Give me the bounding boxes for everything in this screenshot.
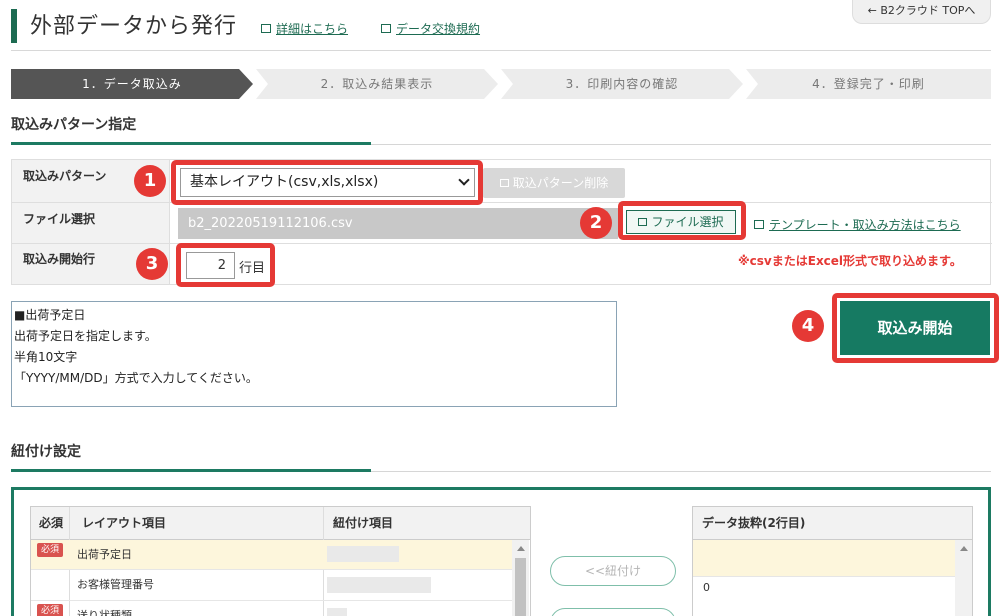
link-button[interactable]: <<紐付け — [550, 556, 676, 586]
scroll-up-icon — [960, 546, 968, 551]
callout-frame-1 — [171, 160, 483, 205]
mapping-table: 必須 レイアウト項目 紐付け項目 必須 出荷予定日 お客様管理番号 必須 送り状… — [30, 506, 531, 616]
required-badge: 必須 — [37, 604, 63, 616]
detail-link[interactable]: 詳細はこちら — [261, 20, 348, 37]
arrow-left-icon: ← — [867, 4, 881, 17]
column-header-layout-item: レイアウト項目 — [82, 507, 167, 540]
mapping-scrollbar[interactable] — [512, 540, 529, 616]
external-link-icon — [261, 24, 271, 33]
mapped-item-value — [327, 608, 347, 616]
terms-link[interactable]: データ交換規約 — [381, 20, 480, 37]
step-3-label: 3．印刷内容の確認 — [565, 77, 679, 91]
layout-item-cell: 送り状種類 — [77, 609, 132, 616]
format-warning: ※csvまたはExcel形式で取り込めます。 — [738, 254, 962, 268]
unlink-button[interactable] — [550, 608, 676, 616]
step-2: 2．取込み結果表示 — [256, 69, 498, 99]
top-page-button[interactable]: ← B2クラウド TOPへ — [852, 0, 991, 24]
layout-item-cell: お客様管理番号 — [77, 578, 154, 591]
extract-row — [693, 540, 955, 577]
description-box: ■出荷予定日 出荷予定日を指定します。 半角10文字 「YYYY/MM/DD」方… — [11, 301, 617, 407]
scrollbar-thumb[interactable] — [515, 558, 526, 616]
page-title: 外部データから発行 — [30, 14, 238, 39]
mapped-item-value — [327, 577, 431, 593]
step-2-label: 2．取込み結果表示 — [320, 77, 434, 91]
file-select-label: ファイル選択 — [651, 215, 724, 229]
top-page-label: B2クラウド TOPへ — [880, 4, 976, 17]
template-link[interactable]: テンプレート・取込み方法はこちら — [754, 216, 961, 233]
step-1: 1．データ取込み — [11, 69, 253, 99]
external-link-icon — [381, 24, 391, 33]
callout-badge-3: 3 — [136, 248, 168, 280]
extract-scrollbar[interactable] — [955, 540, 972, 616]
callout-badge-1: 1 — [134, 165, 166, 197]
external-link-icon — [499, 179, 509, 187]
file-select-button[interactable]: ファイル選択 — [626, 210, 736, 234]
data-extract-table: データ抜粋(2行目) 0 — [692, 506, 973, 616]
step-3: 3．印刷内容の確認 — [501, 69, 743, 99]
title-accent-bar — [11, 9, 17, 43]
column-header-mapped-item: 紐付け項目 — [333, 507, 394, 540]
external-link-icon — [638, 218, 648, 226]
section-accent-line — [11, 142, 371, 145]
step-1-label: 1．データ取込み — [82, 77, 182, 91]
step-4: 4．登録完了・印刷 — [746, 69, 991, 99]
extract-cell: 0 — [703, 581, 710, 594]
section-accent-line — [11, 469, 371, 472]
callout-badge-4: 4 — [792, 310, 824, 342]
delete-pattern-button[interactable]: 取込パターン削除 — [483, 168, 625, 198]
callout-frame-3 — [176, 243, 275, 287]
start-import-button[interactable]: 取込み開始 — [840, 301, 990, 355]
mapped-item-value — [327, 546, 399, 562]
template-link-label: テンプレート・取込み方法はこちら — [769, 218, 961, 232]
file-label: ファイル選択 — [12, 203, 170, 243]
description-line: 半角10文字 — [14, 350, 78, 364]
layout-item-cell: 出荷予定日 — [77, 548, 132, 561]
pattern-section-title: 取込みパターン指定 — [11, 117, 137, 133]
required-badge: 必須 — [37, 543, 63, 557]
external-link-icon — [754, 220, 764, 229]
file-path-field[interactable]: b2_20220519112106.csv — [178, 208, 618, 239]
detail-link-label: 詳細はこちら — [276, 22, 349, 36]
description-line: 出荷予定日を指定します。 — [14, 329, 157, 343]
description-line: 「YYYY/MM/DD」方式で入力してください。 — [14, 371, 258, 385]
file-path-value: b2_20220519112106.csv — [188, 216, 353, 231]
scroll-up-icon — [517, 546, 525, 551]
description-line: ■出荷予定日 — [14, 308, 86, 322]
terms-link-label: データ交換規約 — [396, 22, 481, 36]
delete-pattern-label: 取込パターン削除 — [512, 176, 609, 190]
column-header-data-extract: データ抜粋(2行目) — [693, 507, 972, 540]
step-4-label: 4．登録完了・印刷 — [812, 77, 925, 91]
mapping-section-title: 紐付け設定 — [11, 444, 81, 460]
column-header-required: 必須 — [39, 507, 64, 540]
callout-badge-2: 2 — [580, 207, 612, 239]
header-divider — [11, 50, 991, 51]
